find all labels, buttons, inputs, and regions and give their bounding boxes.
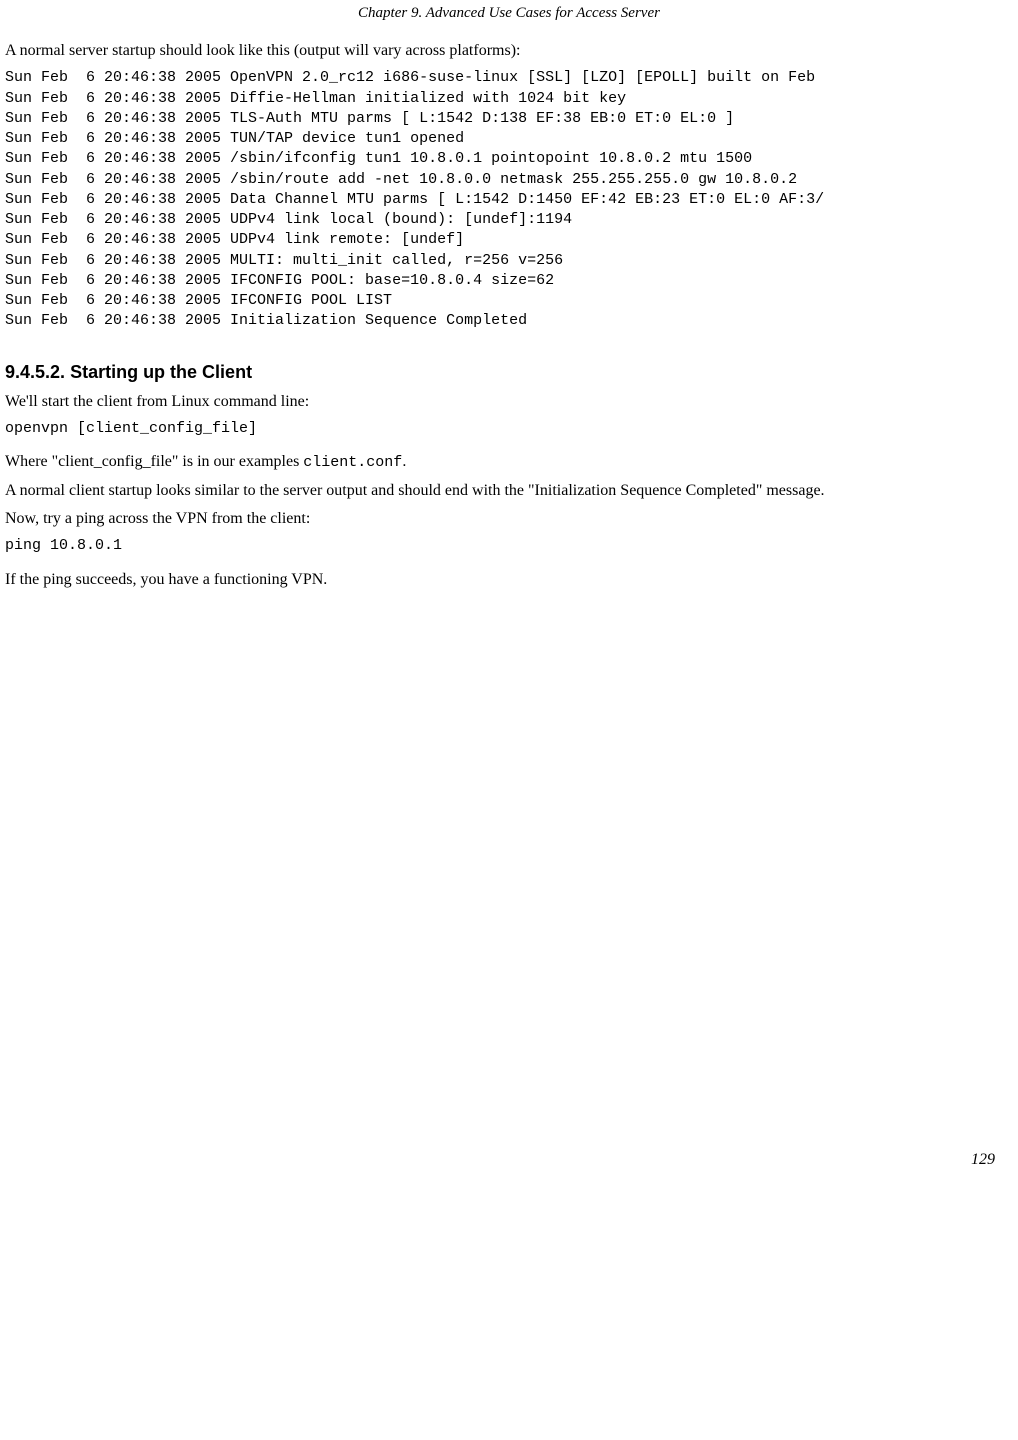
client-para-3: A normal client startup looks similar to… [5, 480, 1013, 502]
page-container: Chapter 9. Advanced Use Cases for Access… [0, 0, 1018, 1169]
ping-command: ping 10.8.0.1 [5, 536, 1013, 556]
client-conf-inline: client.conf [303, 454, 402, 471]
server-log-output: Sun Feb 6 20:46:38 2005 OpenVPN 2.0_rc12… [5, 68, 1013, 331]
client-para-2: Where "client_config_file" is in our exa… [5, 451, 1013, 473]
section-number: 9.4.5.2. [5, 362, 65, 382]
page-header: Chapter 9. Advanced Use Cases for Access… [5, 0, 1013, 22]
section-title: Starting up the Client [70, 362, 252, 382]
intro-paragraph: A normal server startup should look like… [5, 40, 1013, 62]
client-para-4: Now, try a ping across the VPN from the … [5, 508, 1013, 530]
client-para-1: We'll start the client from Linux comman… [5, 391, 1013, 413]
client-command: openvpn [client_config_file] [5, 419, 1013, 439]
section-heading: 9.4.5.2. Starting up the Client [5, 362, 1013, 383]
client-para-5: If the ping succeeds, you have a functio… [5, 569, 1013, 591]
page-number: 129 [5, 1151, 1013, 1169]
client-para-2a: Where "client_config_file" is in our exa… [5, 453, 303, 470]
client-para-2c: . [402, 453, 406, 470]
